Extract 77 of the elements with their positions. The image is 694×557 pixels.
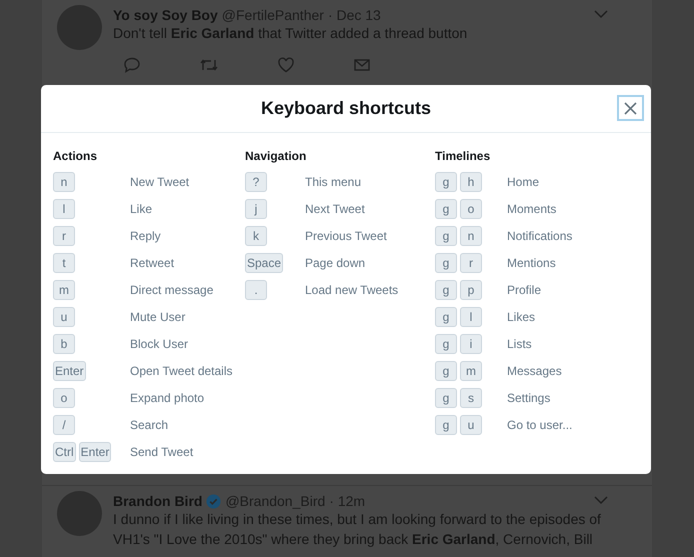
key-cap: b [53,334,75,354]
key-cap: u [460,414,482,434]
key-cap: g [435,226,457,246]
shortcut-description: Settings [507,390,550,404]
shortcut-description: Messages [507,364,562,378]
key-cap: i [460,334,482,354]
key-cap: g [435,414,457,434]
close-icon [624,102,637,114]
shortcut-description: Go to user... [507,418,572,432]
shortcut-description: Previous Tweet [305,228,387,242]
avatar-placeholder[interactable] [57,491,102,536]
key-cap: Ctrl [53,442,76,462]
key-cap: s [460,388,482,408]
section-heading: Actions [53,149,98,165]
chevron-down-icon[interactable] [594,496,608,505]
shortcut-description: Notifications [507,228,572,242]
shortcut-description: Next Tweet [305,202,365,216]
envelope-icon[interactable] [353,57,371,73]
avatar-placeholder[interactable] [57,5,102,50]
key-cap: g [435,360,457,380]
chevron-down-icon[interactable] [594,10,608,19]
key-cap: g [435,198,457,218]
shortcut-description: Mentions [507,256,556,270]
shortcut-description: Lists [507,336,532,350]
shortcut-description: Like [130,202,152,216]
key-cap: Enter [78,442,112,462]
shortcut-description: Search [130,418,168,432]
key-cap: o [53,388,75,408]
shortcut-description: Open Tweet details [130,364,233,378]
shortcut-description: New Tweet [130,174,190,188]
key-cap: g [435,280,457,300]
key-cap: l [53,198,75,218]
shortcut-description: Retweet [130,256,174,270]
shortcut-description: Page down [305,256,366,270]
shortcut-description: Block User [130,336,188,350]
shortcut-description: Expand photo [130,390,204,404]
key-cap: n [53,172,75,192]
key-cap: Enter [53,360,86,380]
shortcut-description: Moments [507,202,556,216]
shortcut-description: Load new Tweets [305,282,398,296]
shortcut-description: Direct message [130,282,214,296]
shortcut-description: Likes [507,310,536,324]
key-cap: ? [245,172,267,192]
key-cap: r [53,226,75,246]
key-cap: g [435,252,457,272]
speech-bubble-icon[interactable] [123,57,141,73]
retweet-icon[interactable] [199,57,219,73]
key-cap: / [53,414,75,434]
shortcut-description: Home [507,174,540,188]
close-button[interactable] [617,95,644,121]
shortcut-description: Reply [130,228,161,242]
key-cap: r [460,252,482,272]
shortcut-description: Profile [507,282,542,296]
shortcut-description: This menu [305,174,362,188]
key-cap: t [53,252,75,272]
key-cap: g [435,388,457,408]
key-cap: m [53,280,75,300]
key-cap: u [53,306,75,326]
key-cap: p [460,280,482,300]
section-heading: Timelines [435,149,492,165]
key-cap: g [435,172,457,192]
shortcut-description: Send Tweet [130,444,194,458]
key-cap: . [245,280,267,300]
dialog-title: Keyboard shortcuts [260,98,432,119]
key-cap: h [460,172,482,192]
key-cap: g [435,334,457,354]
section-heading: Navigation [245,149,308,165]
key-cap: o [460,198,482,218]
heart-icon[interactable] [277,57,295,73]
key-cap: k [245,226,267,246]
key-cap: j [245,198,267,218]
key-cap: n [460,226,482,246]
key-cap: Space [245,252,284,272]
key-cap: m [460,360,482,380]
shortcut-description: Mute User [130,310,186,324]
key-cap: g [435,306,457,326]
key-cap: l [460,306,482,326]
